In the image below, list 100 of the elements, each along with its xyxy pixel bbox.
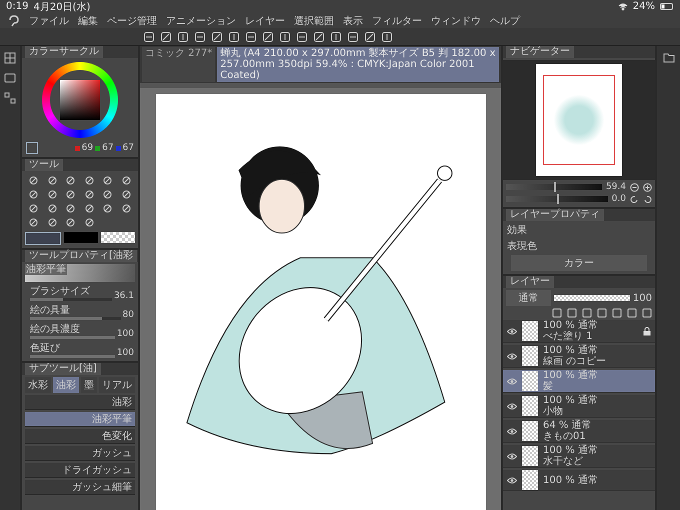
brush-item[interactable]: 色変化 — [25, 429, 135, 444]
section-label: 効果 — [506, 224, 528, 237]
eye-icon[interactable] — [507, 352, 517, 360]
grid-icon[interactable] — [4, 52, 16, 64]
zoom-out-icon[interactable] — [630, 182, 639, 192]
panel-title[interactable]: ツールプロパティ[油彩 — [25, 250, 137, 262]
layer-thumbnail — [522, 421, 538, 441]
layer-row[interactable]: 100 % 通常 水干など — [503, 445, 655, 468]
property-value: 36.1 — [114, 291, 134, 301]
slider-thumb[interactable] — [556, 194, 559, 204]
color-square[interactable] — [60, 80, 100, 120]
date-text: 4月20日(水) — [33, 0, 90, 14]
slider-fill[interactable] — [30, 298, 63, 301]
property-label: 絵の具濃度 — [30, 322, 81, 336]
slider-fill[interactable] — [30, 317, 102, 320]
channel-value: 67 — [102, 143, 114, 153]
layer-info: 100 % 通常 — [543, 345, 599, 356]
eye-icon[interactable] — [507, 328, 517, 334]
transparent-swatch[interactable] — [101, 232, 135, 243]
wifi-icon — [618, 2, 628, 10]
clock-time: 0:19 — [6, 1, 28, 12]
layer-row[interactable]: 100 % 通常 — [503, 470, 655, 491]
battery-percent: 24% — [632, 1, 655, 12]
group-tab[interactable]: リアル — [99, 377, 135, 393]
battery-icon — [660, 3, 674, 10]
angle-value: 0.0 — [612, 194, 626, 204]
channel-value: 67 — [122, 143, 134, 153]
layer-thumbnail — [522, 470, 538, 490]
property-value: 100 — [116, 348, 134, 358]
zoom-value: 59.4 — [606, 182, 626, 192]
slider-fill[interactable] — [30, 355, 115, 358]
panel-title[interactable]: ナビゲーター — [506, 46, 574, 58]
panel-title[interactable]: レイヤー — [506, 276, 554, 288]
app-logo-icon[interactable] — [8, 14, 20, 26]
rotate-left-icon[interactable] — [630, 194, 639, 204]
menu-item[interactable]: レイヤー — [245, 14, 285, 28]
menu-item[interactable]: ウィンドウ — [431, 14, 481, 28]
blend-mode-select[interactable]: 通常 — [506, 290, 551, 306]
layer-thumbnail — [522, 346, 538, 366]
layer-name: 小物 — [543, 406, 564, 417]
color-swatch[interactable] — [26, 142, 38, 154]
layer-name: きもの01 — [543, 431, 587, 442]
opacity-value: 100 — [632, 292, 652, 304]
color-mode-select[interactable]: カラー — [511, 255, 647, 271]
layer-thumbnail — [522, 446, 538, 466]
menu-item[interactable]: 表示 — [343, 14, 363, 28]
layer-info: 100 % 通常 — [543, 474, 599, 486]
panel-icon[interactable] — [4, 72, 16, 84]
layout-icon[interactable] — [4, 92, 16, 104]
layer-info: 64 % 通常 — [543, 420, 593, 431]
property-value: 100 — [116, 329, 134, 339]
navigator-preview[interactable] — [536, 64, 622, 176]
section-label: 表現色 — [506, 240, 538, 253]
panel-title[interactable]: カラーサークル — [25, 46, 103, 58]
zoom-in-icon[interactable] — [643, 182, 652, 192]
layer-name: 線画 のコピー — [543, 356, 608, 367]
panel-title[interactable]: レイヤープロパティ — [506, 209, 604, 221]
menu-item[interactable]: 編集 — [78, 14, 98, 28]
layer-info: 100 % 通常 — [543, 370, 599, 381]
group-tab[interactable]: 水彩 — [25, 377, 51, 393]
panel-title[interactable]: サブツール[油] — [25, 363, 101, 375]
channel-value: 69 — [82, 143, 94, 153]
slider-thumb[interactable] — [554, 182, 556, 192]
slider-fill[interactable] — [30, 336, 115, 339]
brush-item[interactable]: ガッシュ細筆 — [25, 480, 135, 495]
menu-item[interactable]: ファイル — [29, 14, 69, 28]
layer-row[interactable]: 100 % 通常 べた塗り 1 — [503, 320, 655, 343]
menu-item[interactable]: ページ管理 — [107, 14, 157, 28]
menu-item[interactable]: フィルター — [372, 14, 422, 28]
panel-title[interactable]: ツール — [25, 159, 63, 171]
brush-item[interactable]: ドライガッシュ — [25, 463, 135, 478]
layer-row[interactable]: 64 % 通常 きもの01 — [503, 420, 655, 443]
view-frame[interactable] — [543, 75, 615, 165]
color-swatch[interactable] — [64, 232, 98, 243]
layer-thumbnail — [522, 321, 538, 341]
menu-item[interactable]: アニメーション — [166, 14, 236, 28]
color-swatch[interactable] — [25, 232, 61, 245]
group-tab[interactable]: 墨 — [81, 377, 97, 393]
brush-item[interactable]: 油彩 — [25, 395, 135, 410]
eye-icon[interactable] — [507, 476, 517, 484]
eye-icon[interactable] — [507, 452, 517, 460]
layer-row[interactable]: 100 % 通常 線画 のコピー — [503, 345, 655, 368]
rotate-right-icon[interactable] — [643, 194, 652, 204]
property-label: ブラシサイズ — [30, 284, 91, 298]
eye-icon[interactable] — [507, 402, 517, 410]
brush-item[interactable]: ガッシュ — [25, 446, 135, 461]
layer-info: 100 % 通常 — [543, 395, 599, 406]
document-tab[interactable]: 蝉丸 (A4 210.00 x 297.00mm 製本サイズ B5 判 182.00 x 257.00mm 350dpi 59.4% : CMYK:Japan Color 2001 Coated) — [217, 47, 499, 82]
property-label: 色延び — [30, 342, 62, 355]
eye-icon[interactable] — [507, 428, 517, 434]
layer-thumbnail — [522, 396, 538, 416]
layer-thumbnail — [522, 371, 538, 391]
layer-name: べた塗り 1 — [543, 331, 594, 342]
preview-label: 油彩平筆 — [25, 264, 67, 275]
layer-row[interactable]: 100 % 通常 小物 — [503, 395, 655, 418]
menu-item[interactable]: ヘルプ — [490, 14, 520, 28]
property-value: 80 — [122, 310, 134, 320]
menu-item[interactable]: 選択範囲 — [294, 14, 334, 28]
layer-name: 水干など — [543, 456, 584, 467]
document-tab[interactable]: コミック 277* — [142, 47, 216, 82]
